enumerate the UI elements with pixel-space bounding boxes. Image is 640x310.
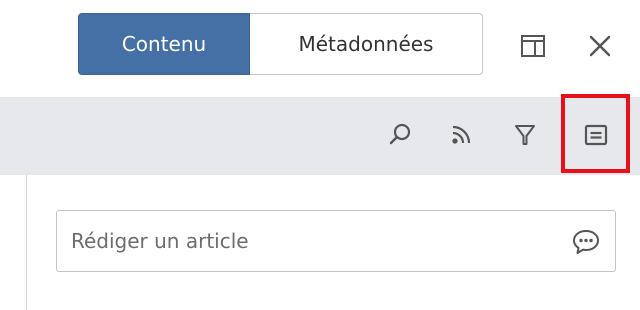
- tab-metadata[interactable]: Métadonnées: [250, 13, 483, 75]
- comment-icon[interactable]: [571, 227, 601, 257]
- highlight-box: [561, 94, 630, 173]
- filter-button[interactable]: [510, 120, 540, 150]
- layout-button[interactable]: [517, 30, 549, 62]
- compose-article-input[interactable]: [71, 211, 551, 271]
- close-icon: [589, 35, 611, 57]
- rss-feed-icon: [452, 125, 471, 144]
- compose-article-box[interactable]: [56, 210, 616, 272]
- toolbar: [0, 97, 640, 175]
- divider: [26, 175, 27, 310]
- filter-icon: [515, 125, 535, 145]
- search-button[interactable]: [384, 118, 416, 150]
- content-metadata-tabs: Contenu Métadonnées: [78, 13, 483, 75]
- panel-layout-icon: [521, 35, 545, 57]
- content-panel: Contenu Métadonnées: [0, 0, 640, 310]
- search-icon: [389, 123, 411, 145]
- close-button[interactable]: [584, 30, 616, 62]
- tab-content[interactable]: Contenu: [78, 13, 250, 75]
- feed-button[interactable]: [446, 120, 476, 150]
